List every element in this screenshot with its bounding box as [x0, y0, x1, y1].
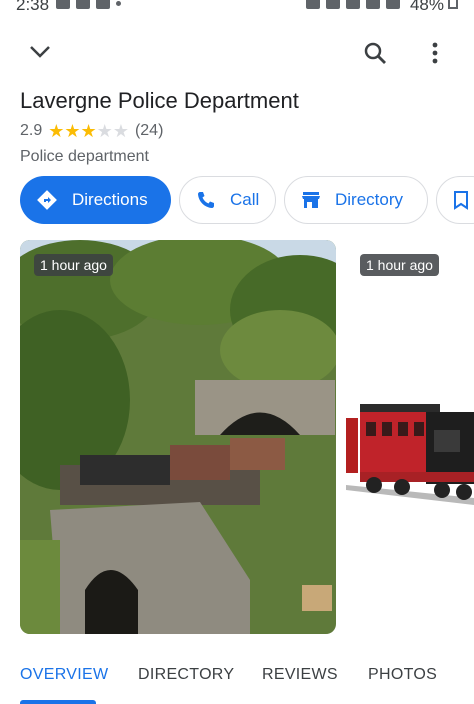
app-icon [96, 0, 110, 9]
status-time: 2:38 [16, 0, 50, 14]
model-railway-photo [20, 240, 336, 634]
top-app-bar [0, 30, 474, 74]
photo-second[interactable]: 1 hour ago [346, 240, 474, 634]
tab-photos[interactable]: PHOTOS [368, 666, 437, 684]
save-button[interactable] [436, 176, 474, 224]
photo-timestamp: 1 hour ago [34, 254, 113, 276]
star-empty-icon: ★ [112, 121, 129, 141]
tab-reviews[interactable]: REVIEWS [262, 666, 338, 684]
photo-timestamp: 1 hour ago [360, 254, 439, 276]
directory-button[interactable]: Directory [284, 176, 428, 224]
status-bar: 2:38 48% [0, 0, 474, 18]
mute-icon [326, 0, 340, 9]
star-rating: ★ ★ ★ ★ ★ [48, 122, 129, 140]
chevron-down-icon[interactable] [24, 40, 56, 64]
image-icon [76, 0, 90, 9]
signal-icon [386, 0, 400, 9]
directions-button[interactable]: Directions [20, 176, 171, 224]
rating-value: 2.9 [20, 122, 43, 139]
toy-train-photo [346, 240, 474, 634]
battery-level: 48% [409, 0, 444, 14]
place-title: Lavergne Police Department [20, 88, 299, 113]
location-icon [346, 0, 360, 9]
place-tabs: OVERVIEW DIRECTORY REVIEWS PHOTOS [0, 650, 474, 704]
call-label: Call [230, 190, 260, 209]
star-icon: ★ [80, 121, 97, 141]
active-tab-indicator [20, 700, 96, 704]
directions-label: Directions [72, 190, 148, 209]
phone-icon [196, 190, 216, 210]
action-chips: Directions Call Directory [20, 176, 474, 224]
notification-icons [56, 0, 121, 9]
directions-icon [36, 189, 58, 211]
more-notifications-icon [116, 0, 121, 6]
wifi-icon [366, 0, 380, 9]
notification-icon [56, 0, 70, 9]
review-count: (24) [134, 122, 164, 139]
tab-overview[interactable]: OVERVIEW [20, 666, 108, 684]
star-empty-icon: ★ [96, 121, 113, 141]
photo-main[interactable]: 1 hour ago [20, 240, 336, 634]
battery-icon [448, 0, 458, 9]
call-button[interactable]: Call [179, 176, 276, 224]
directory-label: Directory [335, 190, 404, 209]
system-icons [306, 0, 400, 9]
store-icon [301, 191, 321, 209]
star-icon: ★ [48, 121, 65, 141]
star-icon: ★ [64, 121, 81, 141]
search-icon[interactable] [360, 38, 390, 68]
more-vert-icon[interactable] [420, 38, 450, 68]
tab-directory[interactable]: DIRECTORY [138, 666, 234, 684]
bookmark-icon [453, 190, 469, 210]
place-category: Police department [20, 148, 149, 165]
rating-row[interactable]: 2.9 ★ ★ ★ ★ ★ (24) [20, 122, 163, 140]
alarm-icon [306, 0, 320, 9]
